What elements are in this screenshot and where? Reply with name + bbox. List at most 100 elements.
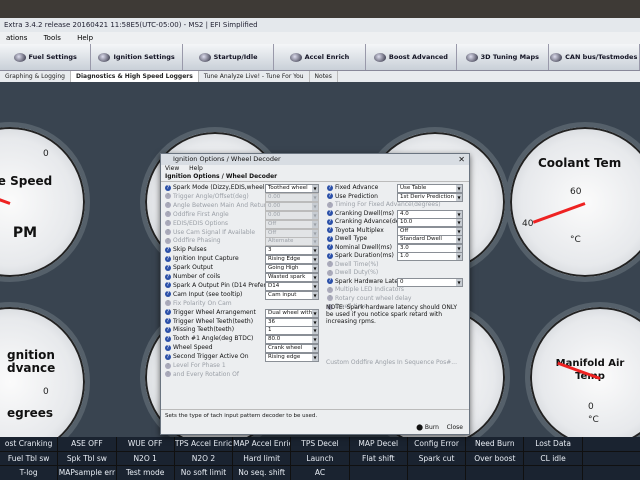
help-icon[interactable]: ? bbox=[327, 184, 333, 191]
dropdown-arrow-icon: ▼ bbox=[312, 229, 318, 237]
setting-value: 80.0 bbox=[268, 336, 281, 343]
status-indicator: MAP Decel bbox=[349, 437, 407, 451]
help-icon[interactable]: ? bbox=[165, 229, 171, 235]
setting-control[interactable]: 1.0 ▼ bbox=[397, 252, 463, 261]
setting-label: Cranking Dwell(ms) bbox=[335, 209, 395, 217]
dropdown-arrow-icon: ▼ bbox=[312, 327, 318, 335]
setting-row: ? Rotary count wheel delay bbox=[327, 295, 411, 303]
setting-label: Toyota Multiplex bbox=[335, 226, 384, 234]
setting-row: ? Dwell Time(%) bbox=[327, 261, 379, 269]
dropdown-arrow-icon: ▼ bbox=[312, 336, 318, 344]
help-icon[interactable]: ? bbox=[327, 252, 333, 259]
dialog-menu-view[interactable]: View bbox=[165, 165, 179, 172]
setting-label: Oddfire First Angle bbox=[173, 210, 229, 218]
help-icon[interactable]: ? bbox=[165, 344, 171, 351]
help-icon[interactable]: ? bbox=[165, 220, 171, 227]
help-icon[interactable]: ? bbox=[165, 318, 171, 324]
help-icon[interactable]: ? bbox=[165, 335, 171, 342]
setting-control[interactable]: Rising Edge ▼ bbox=[265, 255, 319, 265]
tuning-maps-button[interactable]: 3D Tuning Maps bbox=[457, 44, 549, 70]
help-icon[interactable]: ? bbox=[327, 201, 333, 208]
setting-label: Spark A Output Pin (D14 Preferred) bbox=[173, 281, 279, 289]
help-icon[interactable]: ? bbox=[165, 184, 171, 191]
help-icon[interactable]: ? bbox=[165, 193, 171, 200]
help-icon[interactable]: ? bbox=[165, 353, 171, 360]
status-indicator: T-log bbox=[0, 466, 58, 480]
help-icon[interactable]: ? bbox=[327, 193, 333, 199]
setting-row: ? EDIS/EDIS Options bbox=[165, 220, 228, 228]
help-icon[interactable]: ? bbox=[165, 309, 171, 316]
startup-idle-button[interactable]: Startup/Idle bbox=[183, 44, 275, 70]
close-icon[interactable]: ✕ bbox=[458, 154, 465, 165]
gauge-unit: egrees bbox=[7, 406, 54, 420]
menu-item-help[interactable]: Help bbox=[77, 34, 93, 42]
help-icon[interactable]: ? bbox=[165, 300, 171, 307]
setting-control[interactable]: Dual wheel with missing tooth▼ bbox=[265, 308, 319, 318]
setting-control[interactable]: Crank wheel ▼ bbox=[265, 344, 319, 354]
setting-control[interactable]: Going High ▼ bbox=[265, 264, 319, 274]
dialog-footer: Sets the type of tach input pattern deco… bbox=[161, 409, 469, 434]
help-icon[interactable]: ? bbox=[165, 371, 171, 378]
setting-control[interactable]: 36 ▼ bbox=[265, 317, 319, 327]
dropdown-arrow-icon: ▼ bbox=[456, 236, 462, 243]
help-icon[interactable]: ? bbox=[327, 210, 333, 216]
dropdown-arrow-icon: ▼ bbox=[456, 219, 462, 226]
dropdown-arrow-icon: ▼ bbox=[312, 185, 318, 192]
help-icon[interactable]: ? bbox=[327, 235, 333, 242]
status-indicator bbox=[582, 437, 640, 451]
help-icon[interactable]: ? bbox=[327, 286, 333, 293]
can-bus-button[interactable]: CAN bus/Testmodes bbox=[549, 44, 640, 70]
gauge-tick: 60 bbox=[570, 187, 582, 197]
tab-tune-analyze[interactable]: Tune Analyze Live! - Tune For You bbox=[199, 71, 310, 82]
setting-control[interactable]: 1 ▼ bbox=[265, 326, 319, 336]
tab-diagnostics[interactable]: Diagnostics & High Speed Loggers bbox=[70, 71, 199, 82]
boost-advanced-button[interactable]: Boost Advanced bbox=[366, 44, 458, 70]
help-icon[interactable]: ? bbox=[327, 218, 333, 225]
help-icon[interactable]: ? bbox=[165, 291, 171, 298]
help-icon[interactable]: ? bbox=[165, 273, 171, 280]
ignition-settings-button[interactable]: Ignition Settings bbox=[91, 44, 183, 70]
help-icon[interactable]: ? bbox=[327, 244, 333, 250]
burn-button[interactable]: ⬤ Burn bbox=[416, 424, 439, 431]
help-icon[interactable]: ? bbox=[327, 278, 333, 284]
help-icon[interactable]: ? bbox=[165, 264, 171, 271]
help-icon[interactable]: ? bbox=[165, 362, 171, 369]
help-icon[interactable]: ? bbox=[327, 227, 333, 233]
setting-control[interactable]: D14 ▼ bbox=[265, 281, 319, 291]
menu-item-operations[interactable]: ations bbox=[6, 34, 27, 42]
setting-label: Use Cam Signal If Available bbox=[173, 228, 256, 236]
setting-row: ? Dwell Type bbox=[327, 235, 367, 243]
setting-value: 0.00 bbox=[268, 193, 281, 200]
help-icon[interactable]: ? bbox=[327, 269, 333, 276]
help-icon[interactable]: ? bbox=[165, 255, 171, 262]
setting-control[interactable]: Wasted spark ▼ bbox=[265, 273, 319, 282]
menu-item-tools[interactable]: Tools bbox=[44, 34, 61, 42]
help-icon[interactable]: ? bbox=[165, 202, 171, 209]
help-icon[interactable]: ? bbox=[165, 246, 171, 253]
setting-label: Cam Input (see tooltip) bbox=[173, 290, 243, 298]
help-icon[interactable]: ? bbox=[165, 237, 171, 244]
tab-graphing[interactable]: Graphing & Logging bbox=[0, 71, 71, 82]
setting-control[interactable]: Rising edge ▼ bbox=[265, 353, 319, 363]
help-icon[interactable]: ? bbox=[165, 282, 171, 289]
setting-row: ? Trigger Wheel Arrangement bbox=[165, 309, 256, 317]
dialog-title: Ignition Options / Wheel Decoder ✕ bbox=[161, 154, 469, 165]
help-icon[interactable]: ? bbox=[165, 326, 171, 333]
fuel-settings-button[interactable]: Fuel Settings bbox=[0, 44, 92, 70]
dropdown-arrow-icon: ▼ bbox=[312, 202, 318, 210]
dialog-menu-help[interactable]: Help bbox=[189, 165, 203, 172]
setting-control[interactable]: Cam input ▼ bbox=[265, 290, 319, 300]
gauge-tick: 0 bbox=[588, 402, 594, 412]
help-icon[interactable]: ? bbox=[165, 211, 171, 218]
setting-control[interactable]: 0 ▼ bbox=[397, 277, 463, 287]
setting-control[interactable]: 80.0 ▼ bbox=[265, 335, 319, 345]
setting-control[interactable]: Toothed wheel ▼ bbox=[265, 184, 319, 193]
accel-enrich-button[interactable]: Accel Enrich bbox=[274, 44, 366, 70]
help-icon[interactable]: ? bbox=[327, 261, 333, 267]
setting-row: ? Oddfire Phasing bbox=[165, 237, 221, 245]
setting-control[interactable]: 3 ▼ bbox=[265, 246, 319, 256]
status-indicator: ost Cranking bbox=[0, 437, 58, 451]
help-icon[interactable]: ? bbox=[327, 295, 333, 301]
tab-notes[interactable]: Notes bbox=[310, 71, 338, 82]
close-button[interactable]: Close bbox=[447, 424, 463, 431]
